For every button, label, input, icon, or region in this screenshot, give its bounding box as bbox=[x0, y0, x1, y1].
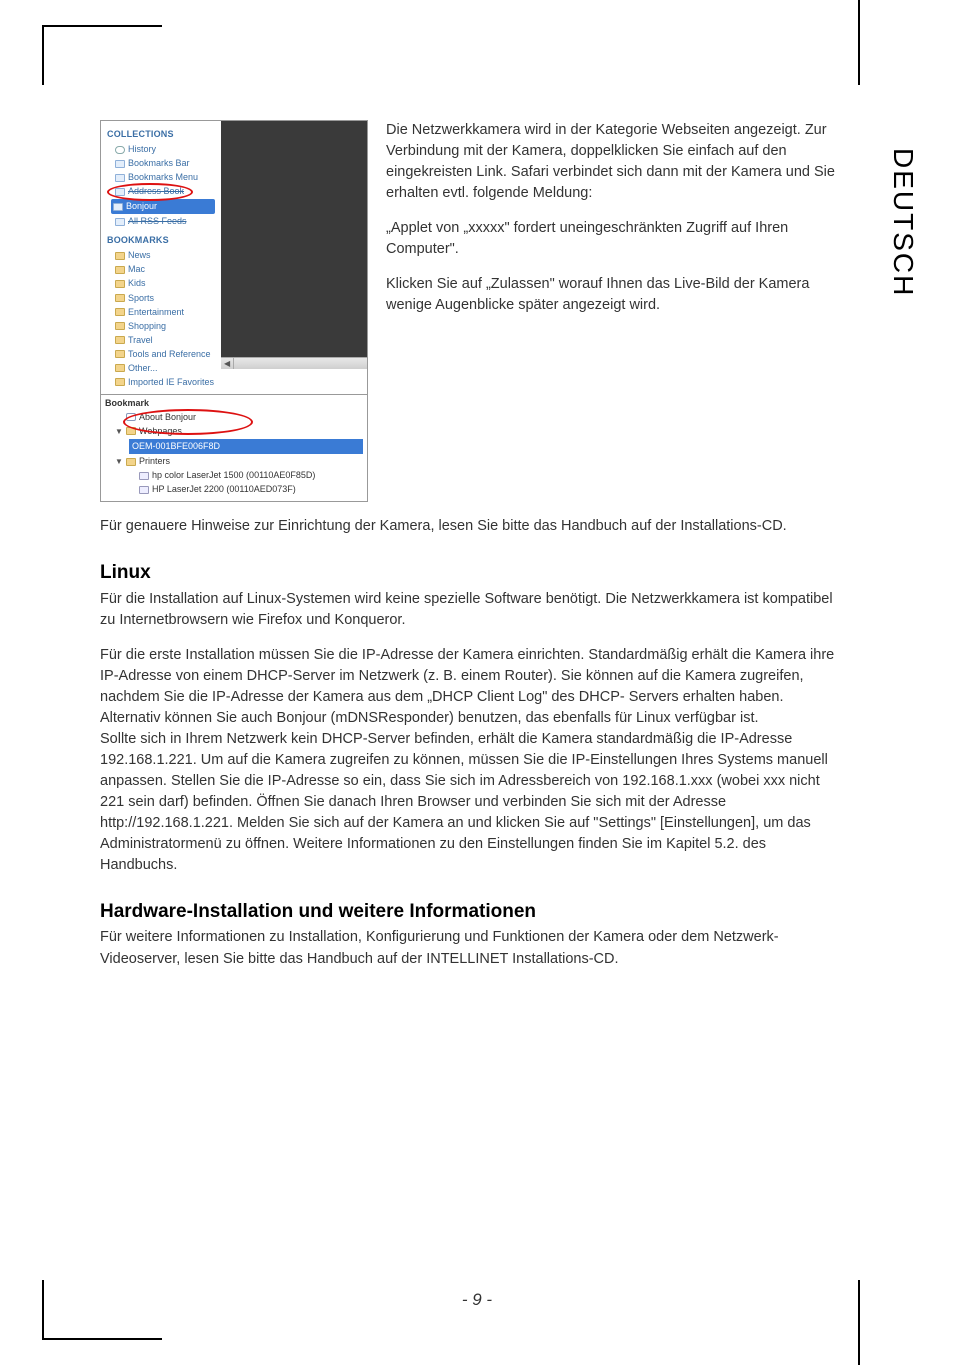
sidebar-bookmark-item[interactable]: Shopping bbox=[115, 320, 217, 333]
sidebar-bookmark-item[interactable]: Other... bbox=[115, 362, 217, 375]
page-content: COLLECTIONS HistoryBookmarks BarBookmark… bbox=[100, 120, 840, 984]
crop-mark bbox=[42, 1338, 162, 1340]
annotation-oval bbox=[123, 409, 253, 435]
heading-linux: Linux bbox=[100, 559, 840, 587]
folder-icon bbox=[115, 160, 125, 168]
paragraph: Die Netzwerkkamera wird in der Kategorie… bbox=[386, 120, 840, 204]
sidebar-collection-item[interactable]: Bookmarks Bar bbox=[115, 157, 217, 170]
folder-icon bbox=[115, 322, 125, 330]
paragraph: Für die erste Installation müssen Sie di… bbox=[100, 645, 840, 729]
sidebar-bookmark-item[interactable]: Tools and Reference bbox=[115, 348, 217, 361]
sidebar-bookmark-item[interactable]: Kids bbox=[115, 277, 217, 290]
folder-icon bbox=[115, 146, 125, 154]
folder-icon bbox=[115, 280, 125, 288]
folder-icon bbox=[126, 458, 136, 466]
paragraph: Für die Installation auf Linux-Systemen … bbox=[100, 589, 840, 631]
folder-icon bbox=[115, 336, 125, 344]
sidebar-collection-item[interactable]: Bonjour bbox=[111, 199, 215, 214]
preview-pane bbox=[221, 121, 367, 369]
bookmark-panel-header: Bookmark bbox=[105, 397, 363, 410]
tree-printer-2[interactable]: HP LaserJet 2200 (00110AED073F) bbox=[139, 483, 363, 496]
folder-icon bbox=[115, 174, 125, 182]
printer-icon bbox=[139, 486, 149, 494]
folder-icon bbox=[115, 350, 125, 358]
annotation-oval bbox=[107, 183, 193, 201]
tree-printers[interactable]: ▼Printers bbox=[115, 455, 363, 468]
language-tab: DEUTSCH bbox=[887, 148, 919, 297]
folder-icon bbox=[115, 364, 125, 372]
folder-icon bbox=[115, 252, 125, 260]
sidebar-bookmark-item[interactable]: Entertainment bbox=[115, 306, 217, 319]
sidebar-bookmark-item[interactable]: Travel bbox=[115, 334, 217, 347]
sidebar-collection-item[interactable]: Bookmarks Menu bbox=[115, 171, 217, 184]
paragraph: Klicken Sie auf „Zulassen" worauf Ihnen … bbox=[386, 274, 840, 316]
tree-oem-selected[interactable]: OEM-001BFE006F8D bbox=[129, 439, 363, 454]
paragraph: Für genauere Hinweise zur Einrichtung de… bbox=[100, 516, 840, 537]
heading-hardware: Hardware-Installation und weitere Inform… bbox=[100, 898, 840, 926]
collections-header: COLLECTIONS bbox=[107, 128, 217, 141]
folder-icon bbox=[115, 218, 125, 226]
paragraph: „Applet von „xxxxx" fordert uneingeschrä… bbox=[386, 218, 840, 260]
sidebar-bookmark-item[interactable]: News bbox=[115, 249, 217, 262]
sidebar-bookmark-item[interactable]: Mac bbox=[115, 263, 217, 276]
crop-mark bbox=[858, 0, 860, 85]
printer-icon bbox=[139, 472, 149, 480]
crop-mark bbox=[42, 1280, 44, 1340]
bookmarks-header: BOOKMARKS bbox=[107, 234, 217, 247]
paragraph: Sollte sich in Ihrem Netzwerk kein DHCP-… bbox=[100, 729, 840, 876]
sidebar-collection-item[interactable]: All RSS Feeds bbox=[115, 215, 217, 228]
crop-mark bbox=[42, 25, 162, 27]
screenshot-figure: COLLECTIONS HistoryBookmarks BarBookmark… bbox=[100, 120, 368, 502]
folder-icon bbox=[115, 294, 125, 302]
paragraph: Für weitere Informationen zu Installatio… bbox=[100, 927, 840, 969]
folder-icon bbox=[115, 378, 125, 386]
folder-icon bbox=[113, 203, 123, 211]
folder-icon bbox=[115, 266, 125, 274]
sidebar-bookmark-item[interactable]: Imported IE Favorites bbox=[115, 376, 217, 389]
sidebar-collection-item[interactable]: History bbox=[115, 143, 217, 156]
sidebar-bookmark-item[interactable]: Sports bbox=[115, 292, 217, 305]
page-number: - 9 - bbox=[0, 1290, 954, 1310]
scrollbar[interactable] bbox=[221, 357, 367, 369]
tree-printer-1[interactable]: hp color LaserJet 1500 (00110AE0F85D) bbox=[139, 469, 363, 482]
folder-icon bbox=[115, 308, 125, 316]
crop-mark bbox=[42, 25, 44, 85]
